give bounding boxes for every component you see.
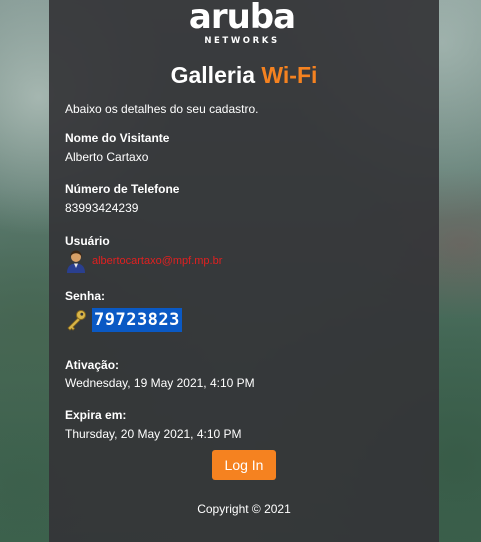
- registration-panel: aruba NETWORKS Galleria Wi-Fi Abaixo os …: [49, 0, 439, 542]
- copyright-text: Copyright © 2021: [197, 502, 291, 516]
- expires-value: Thursday, 20 May 2021, 4:10 PM: [65, 427, 242, 441]
- phone-value: 83993424239: [65, 201, 139, 215]
- user-label: Usuário: [65, 234, 110, 248]
- password-label: Senha:: [65, 289, 106, 303]
- user-email-link[interactable]: albertocartaxo@mpf.mp.br: [92, 255, 222, 267]
- title-accent: Wi-Fi: [261, 62, 318, 88]
- login-button[interactable]: Log In: [212, 450, 276, 480]
- activation-value: Wednesday, 19 May 2021, 4:10 PM: [65, 376, 255, 390]
- page-title: Galleria Wi-Fi: [49, 62, 439, 89]
- user-row: albertocartaxo@mpf.mp.br: [65, 249, 222, 273]
- visitor-name-value: Alberto Cartaxo: [65, 150, 149, 164]
- user-avatar-icon: [67, 250, 85, 273]
- visitor-name-label: Nome do Visitante: [65, 131, 170, 145]
- password-value[interactable]: 79723823: [92, 308, 182, 332]
- aruba-logo: aruba NETWORKS: [49, 0, 439, 48]
- title-main: Galleria: [170, 62, 255, 88]
- key-icon: [67, 310, 86, 331]
- svg-text:NETWORKS: NETWORKS: [204, 36, 279, 46]
- expires-label: Expira em:: [65, 408, 127, 422]
- activation-label: Ativação:: [65, 358, 120, 372]
- svg-text:aruba: aruba: [189, 0, 295, 37]
- phone-label: Número de Telefone: [65, 182, 180, 196]
- password-row: 79723823: [65, 306, 182, 334]
- intro-text: Abaixo os detalhes do seu cadastro.: [65, 102, 259, 116]
